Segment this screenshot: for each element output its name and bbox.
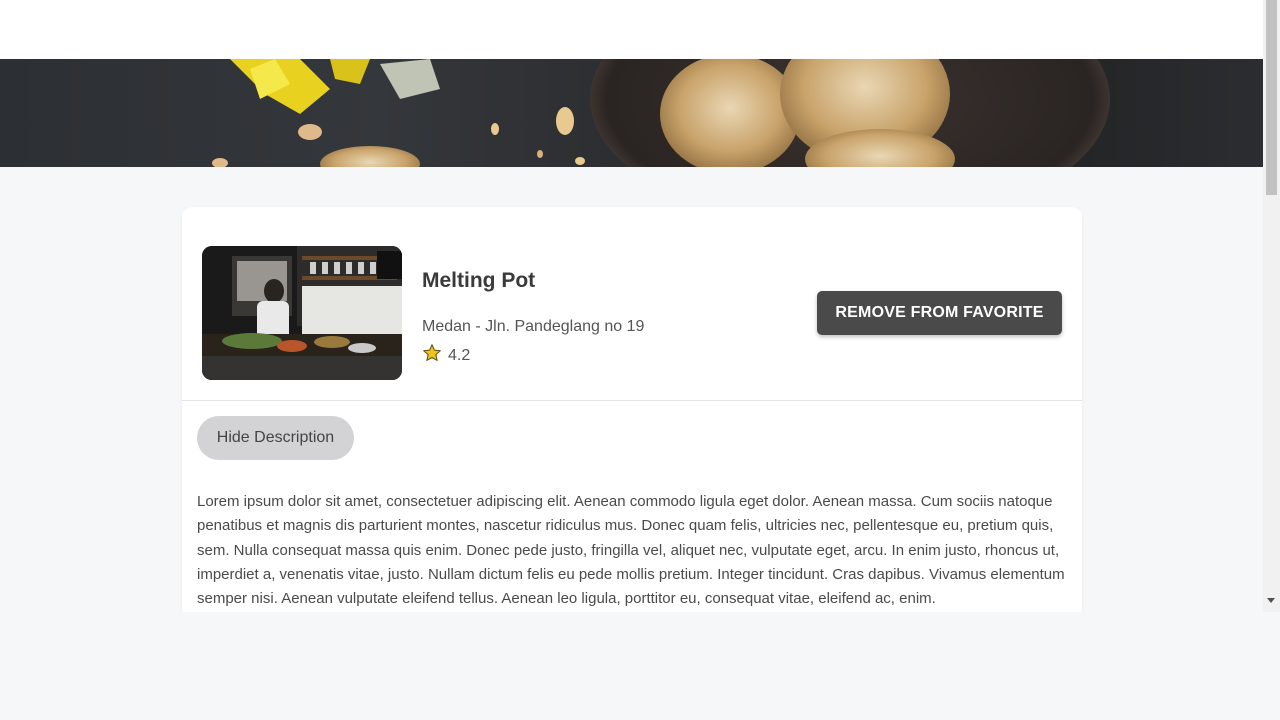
- cafe-photo-illustration: [202, 246, 402, 380]
- remove-from-favorite-button[interactable]: REMOVE FROM FAVORITE: [817, 291, 1062, 335]
- chevron-down-icon[interactable]: [1267, 598, 1275, 603]
- hero-banner-image: [0, 59, 1263, 167]
- vertical-scrollbar[interactable]: [1263, 0, 1280, 612]
- restaurant-description: Lorem ipsum dolor sit amet, consectetuer…: [197, 493, 1065, 608]
- scrollbar-thumb[interactable]: [1266, 0, 1277, 195]
- restaurant-name: Melting Pot: [422, 269, 536, 292]
- card-divider: [182, 400, 1082, 401]
- page-viewport: Melting Pot Medan - Jln. Pandeglang no 1…: [0, 0, 1263, 612]
- hide-description-button[interactable]: Hide Description: [197, 416, 354, 460]
- top-navbar: [0, 0, 1263, 59]
- hero-illustration: [212, 59, 1110, 167]
- rating-value: 4.2: [448, 346, 471, 364]
- restaurant-rating: 4.2: [422, 343, 470, 368]
- restaurant-image: [202, 246, 402, 380]
- restaurant-address: Medan - Jln. Pandeglang no 19: [422, 318, 645, 335]
- page-bottom-area: [0, 612, 1280, 720]
- restaurant-card: Melting Pot Medan - Jln. Pandeglang no 1…: [182, 207, 1082, 612]
- star-icon: [422, 343, 442, 368]
